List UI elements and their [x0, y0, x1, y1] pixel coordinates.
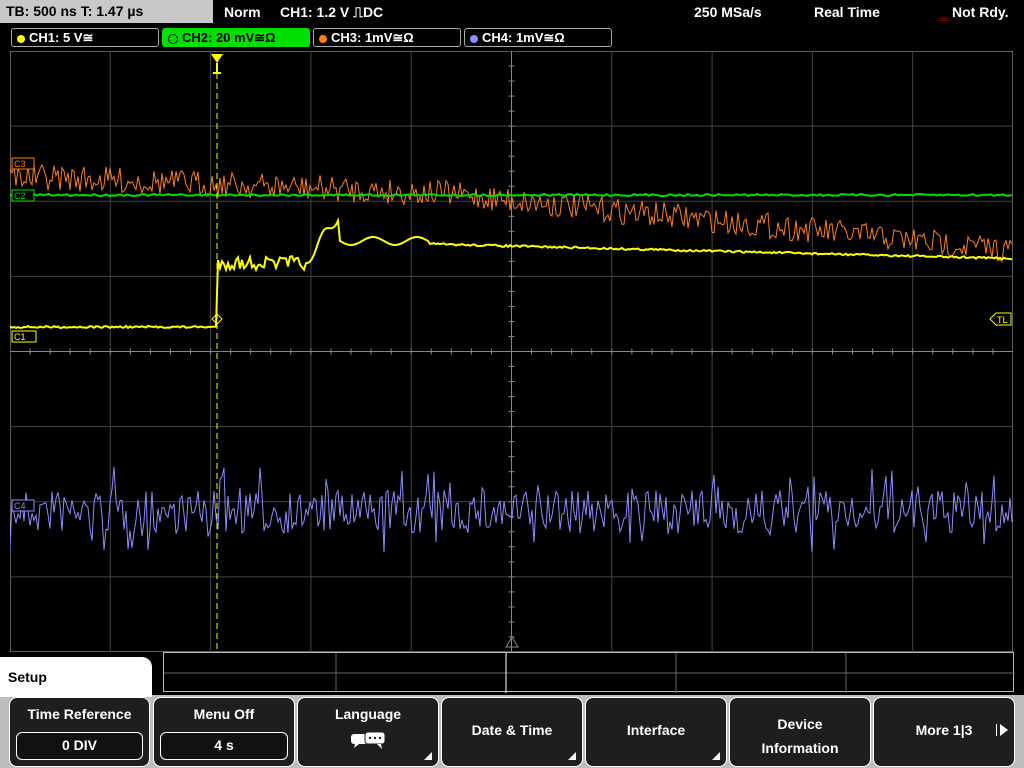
ready-state: Not Rdy.: [952, 4, 1009, 20]
more-softkey[interactable]: More 1|3: [873, 697, 1015, 767]
more-bar-icon: [996, 724, 997, 736]
ch2-label: CH2: 20 mV≅Ω: [182, 30, 276, 45]
more-label: More 1|3: [915, 722, 973, 738]
interface-softkey[interactable]: Interface: [585, 697, 727, 767]
svg-text:C1: C1: [14, 332, 26, 342]
language-speech-bubble-icon: [351, 731, 386, 749]
acquisition-mode: Real Time: [814, 4, 880, 20]
submenu-corner-icon: [424, 752, 432, 760]
device-info-label-line2: Information: [761, 740, 839, 756]
language-label: Language: [334, 706, 402, 722]
date-time-label: Date & Time: [471, 722, 553, 738]
submenu-corner-icon: [712, 752, 720, 760]
channel-tab-ch2[interactable]: CH2: 20 mV≅Ω: [162, 28, 310, 47]
sample-rate: 250 MSa/s: [694, 4, 762, 20]
time-reference-softkey[interactable]: Time Reference 0 DIV: [9, 697, 150, 767]
menu-off-label: Menu Off: [193, 706, 255, 722]
time-reference-label: Time Reference: [27, 706, 132, 722]
channel-tab-ch1[interactable]: CH1: 5 V≅: [11, 28, 159, 47]
device-info-label-line1: Device: [777, 716, 823, 732]
timebase-readout[interactable]: TB: 500 ns T: 1.47 µs: [0, 0, 213, 23]
info-area: [163, 652, 1015, 693]
ch4-label: CH4: 1mV≅Ω: [482, 30, 565, 45]
ch4-color-dot-icon: [470, 34, 478, 43]
svg-text:TL: TL: [997, 315, 1008, 325]
menu-title-tab: Setup: [0, 657, 152, 697]
status-bar: TB: 500 ns T: 1.47 µs Norm CH1: 1.2 V ⎍D…: [0, 0, 1024, 24]
device-information-softkey[interactable]: Device Information: [729, 697, 871, 767]
menu-off-softkey[interactable]: Menu Off 4 s: [153, 697, 295, 767]
more-arrow-icon: [1000, 724, 1008, 736]
ch2-offset-marker[interactable]: C2: [11, 189, 35, 202]
trigger-info[interactable]: CH1: 1.2 V ⎍DC: [280, 2, 383, 22]
ch1-color-dot-icon: [17, 34, 25, 43]
svg-text:C2: C2: [14, 191, 26, 201]
ch2-color-dot-icon: [168, 33, 178, 44]
channel-tab-ch4[interactable]: CH4: 1mV≅Ω: [464, 28, 612, 47]
date-time-softkey[interactable]: Date & Time: [441, 697, 583, 767]
language-softkey[interactable]: Language: [297, 697, 439, 767]
svg-text:C3: C3: [14, 159, 26, 169]
submenu-corner-icon: [568, 752, 576, 760]
ch3-offset-marker[interactable]: C3: [11, 157, 35, 170]
svg-text:C4: C4: [14, 501, 26, 511]
waveform-display[interactable]: C3 C2 C1 C4 TL: [10, 51, 1013, 652]
ch1-offset-marker[interactable]: C1: [11, 330, 37, 343]
interface-label: Interface: [626, 722, 686, 738]
time-reference-value: 0 DIV: [16, 732, 143, 760]
ch4-offset-marker[interactable]: C4: [11, 499, 35, 512]
ch1-label: CH1: 5 V≅: [29, 30, 94, 45]
channel-tab-ch3[interactable]: CH3: 1mV≅Ω: [313, 28, 461, 47]
menu-off-value: 4 s: [160, 732, 288, 760]
record-indicator-icon: ‗: [940, 4, 948, 20]
ch3-label: CH3: 1mV≅Ω: [331, 30, 414, 45]
trigger-mode[interactable]: Norm: [224, 2, 261, 22]
ch3-color-dot-icon: [319, 34, 327, 43]
